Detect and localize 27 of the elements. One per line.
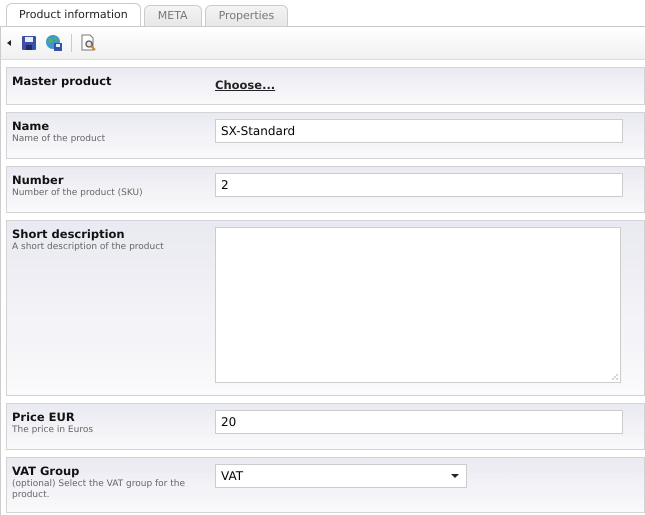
caret-icon bbox=[451, 474, 459, 478]
dropdown[interactable]: VAT bbox=[215, 464, 467, 488]
field-label: Number bbox=[12, 173, 64, 187]
field-label: Short description bbox=[12, 227, 126, 241]
resize-grip-icon[interactable] bbox=[611, 373, 618, 380]
field-label: VAT Group bbox=[12, 464, 80, 478]
input-field[interactable]: 2 bbox=[215, 173, 623, 197]
field-hint: Name of the product bbox=[12, 134, 106, 145]
dropdown-value: VAT bbox=[221, 469, 244, 483]
input-field[interactable]: SX-Standard bbox=[215, 119, 623, 143]
textarea-field[interactable] bbox=[215, 227, 621, 383]
field-label: Master product bbox=[12, 74, 113, 88]
field-hint: A short description of the product bbox=[12, 242, 165, 253]
collapse-arrow-icon[interactable] bbox=[7, 40, 11, 46]
save-icon[interactable] bbox=[21, 35, 37, 51]
field-hint: Number of the product (SKU) bbox=[12, 188, 144, 199]
choose-link[interactable]: Choose... bbox=[215, 78, 276, 92]
tab[interactable]: Properties bbox=[204, 5, 288, 26]
tab[interactable]: META bbox=[144, 5, 202, 26]
tab[interactable]: Product information bbox=[6, 3, 141, 26]
preview-icon[interactable] bbox=[80, 34, 98, 52]
field-label: Name bbox=[12, 119, 50, 133]
field-hint: The price in Euros bbox=[12, 425, 94, 436]
field-hint: (optional) Select the VAT group for the product. bbox=[12, 479, 186, 501]
input-field[interactable]: 20 bbox=[215, 410, 623, 434]
globe-save-icon[interactable] bbox=[45, 34, 63, 52]
field-label: Price EUR bbox=[12, 410, 76, 424]
